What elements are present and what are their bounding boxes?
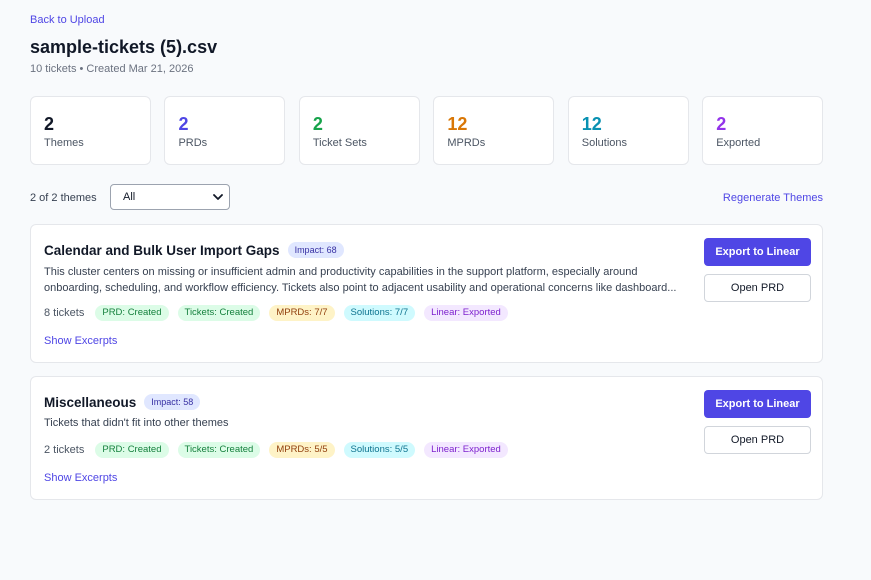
theme-meta-row: 2 tickets PRD: Created Tickets: Created … [44, 442, 508, 458]
theme-card: Miscellaneous Impact: 58 Tickets that di… [30, 376, 823, 500]
stats-row: 2 Themes 2 PRDs 2 Ticket Sets 12 MPRDs 1… [30, 96, 824, 165]
stat-value: 12 [447, 114, 468, 134]
solutions-status-badge: Solutions: 5/5 [343, 442, 416, 458]
regenerate-themes-link[interactable]: Regenerate Themes [723, 192, 823, 204]
impact-badge: Impact: 68 [287, 242, 344, 258]
stat-themes: 2 Themes [30, 96, 151, 165]
theme-title-row: Miscellaneous Impact: 58 [44, 394, 201, 410]
theme-card: Calendar and Bulk User Import Gaps Impac… [30, 224, 823, 363]
linear-status-badge: Linear: Exported [424, 442, 508, 458]
stat-exported: 2 Exported [702, 96, 824, 165]
file-meta: 10 tickets • Created Mar 21, 2026 [30, 63, 194, 75]
stat-mprds: 12 MPRDs [433, 96, 555, 165]
theme-meta-row: 8 tickets PRD: Created Tickets: Created … [44, 305, 508, 321]
mprds-status-badge: MPRDs: 5/5 [269, 442, 335, 458]
show-excerpts-link[interactable]: Show Excerpts [44, 472, 117, 484]
tickets-status-badge: Tickets: Created [177, 442, 261, 458]
theme-filter-select[interactable]: All [110, 184, 230, 210]
stat-value: 12 [581, 114, 602, 134]
open-prd-button[interactable]: Open PRD [704, 426, 811, 454]
back-to-upload-link[interactable]: Back to Upload [30, 14, 105, 26]
stat-label: Exported [716, 137, 761, 149]
prd-status-badge: PRD: Created [95, 305, 169, 321]
export-to-linear-button[interactable]: Export to Linear [704, 390, 811, 418]
stat-value: 2 [312, 114, 323, 134]
theme-count: 2 of 2 themes [30, 192, 97, 204]
prd-status-badge: PRD: Created [95, 442, 169, 458]
export-to-linear-button[interactable]: Export to Linear [704, 238, 811, 266]
page-title: sample-tickets (5).csv [30, 37, 218, 57]
filter-bar: 2 of 2 themes All Regenerate Themes [30, 184, 823, 211]
theme-title: Calendar and Bulk User Import Gaps [44, 242, 280, 258]
tickets-status-badge: Tickets: Created [177, 305, 261, 321]
stat-ticket-sets: 2 Ticket Sets [298, 96, 420, 165]
stat-label: Themes [44, 137, 84, 149]
theme-title: Miscellaneous [44, 394, 137, 410]
impact-badge: Impact: 58 [144, 394, 201, 410]
theme-description: Tickets that didn't fit into other theme… [44, 417, 229, 429]
stat-solutions: 12 Solutions [567, 96, 689, 165]
stat-label: Solutions [581, 137, 628, 149]
stat-value: 2 [44, 114, 55, 134]
stat-value: 2 [178, 114, 189, 134]
ticket-count: 2 tickets [44, 444, 85, 456]
mprds-status-badge: MPRDs: 7/7 [269, 305, 335, 321]
stat-label: PRDs [178, 137, 208, 149]
ticket-count: 8 tickets [44, 307, 85, 319]
stat-value: 2 [716, 114, 727, 134]
solutions-status-badge: Solutions: 7/7 [343, 305, 416, 321]
linear-status-badge: Linear: Exported [424, 305, 508, 321]
stat-prds: 2 PRDs [164, 96, 286, 165]
chevron-down-icon [213, 194, 223, 200]
theme-title-row: Calendar and Bulk User Import Gaps Impac… [44, 242, 344, 258]
stat-label: MPRDs [447, 137, 486, 149]
stat-label: Ticket Sets [312, 137, 367, 149]
show-excerpts-link[interactable]: Show Excerpts [44, 335, 117, 347]
theme-description: This cluster centers on missing or insuf… [44, 266, 677, 294]
open-prd-button[interactable]: Open PRD [704, 274, 811, 302]
selected-option: All [123, 191, 136, 203]
